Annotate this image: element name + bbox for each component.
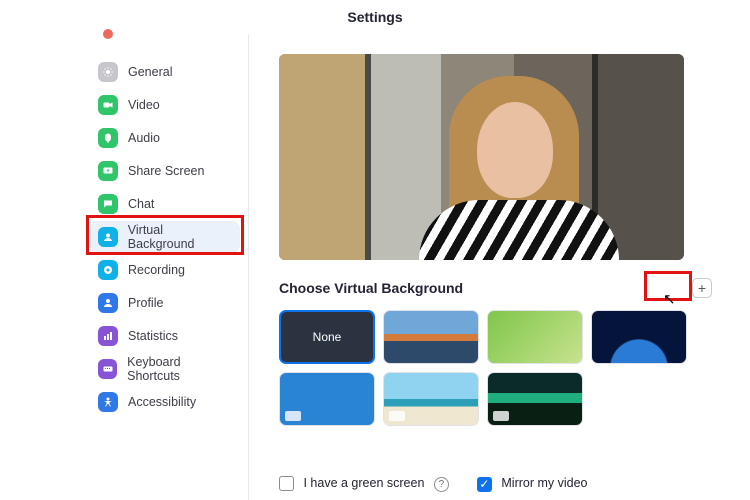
mirror-label: Mirror my video bbox=[501, 476, 587, 490]
bg-thumb-beach[interactable] bbox=[383, 372, 479, 426]
green-screen-option[interactable]: I have a green screen ? bbox=[279, 476, 449, 492]
window-title: Settings bbox=[347, 0, 402, 34]
stats-icon bbox=[98, 326, 118, 346]
sidebar-item-video[interactable]: Video bbox=[90, 89, 240, 121]
titlebar: Settings bbox=[0, 0, 750, 34]
sidebar-item-label: Statistics bbox=[128, 329, 178, 343]
video-badge-icon bbox=[389, 411, 405, 421]
bg-thumb-none[interactable]: None bbox=[279, 310, 375, 364]
video-preview bbox=[279, 54, 684, 260]
gear-icon bbox=[98, 62, 118, 82]
sidebar-item-label: Chat bbox=[128, 197, 154, 211]
body: General Video Audio Share Screen Chat Vi… bbox=[0, 34, 750, 500]
profile-icon bbox=[98, 293, 118, 313]
bg-thumb-label: None bbox=[313, 330, 342, 344]
sidebar-item-label: Virtual Background bbox=[128, 223, 232, 251]
bg-thumb-grass[interactable] bbox=[487, 310, 583, 364]
sidebar-item-audio[interactable]: Audio bbox=[90, 122, 240, 154]
mirror-option[interactable]: ✓ Mirror my video bbox=[477, 476, 588, 491]
bg-thumb-golden-gate[interactable] bbox=[383, 310, 479, 364]
record-icon bbox=[98, 260, 118, 280]
sidebar-item-virtual-background[interactable]: Virtual Background bbox=[90, 221, 240, 253]
green-screen-label: I have a green screen bbox=[303, 476, 424, 490]
sidebar-item-keyboard-shortcuts[interactable]: Keyboard Shortcuts bbox=[90, 353, 240, 385]
sidebar-item-chat[interactable]: Chat bbox=[90, 188, 240, 220]
sidebar-item-label: Profile bbox=[128, 296, 163, 310]
close-window-button[interactable] bbox=[103, 29, 113, 39]
settings-window: Settings General Video Audio Share Scree… bbox=[0, 0, 750, 500]
share-icon bbox=[98, 161, 118, 181]
audio-icon bbox=[98, 128, 118, 148]
sidebar-item-profile[interactable]: Profile bbox=[90, 287, 240, 319]
bg-thumb-blue-pattern[interactable] bbox=[279, 372, 375, 426]
background-icon bbox=[98, 227, 118, 247]
video-icon bbox=[98, 95, 118, 115]
accessibility-icon bbox=[98, 392, 118, 412]
sidebar-item-label: Share Screen bbox=[128, 164, 204, 178]
video-badge-icon bbox=[285, 411, 301, 421]
sidebar-item-share-screen[interactable]: Share Screen bbox=[90, 155, 240, 187]
sidebar-item-recording[interactable]: Recording bbox=[90, 254, 240, 286]
video-badge-icon bbox=[493, 411, 509, 421]
sidebar-item-label: Accessibility bbox=[128, 395, 196, 409]
sidebar-item-label: Recording bbox=[128, 263, 185, 277]
sidebar-item-label: General bbox=[128, 65, 172, 79]
sidebar-item-general[interactable]: General bbox=[90, 56, 240, 88]
background-thumbnails: None bbox=[279, 310, 699, 426]
bg-thumb-aurora[interactable] bbox=[487, 372, 583, 426]
chat-icon bbox=[98, 194, 118, 214]
sidebar-item-label: Video bbox=[128, 98, 160, 112]
bg-thumb-earth[interactable] bbox=[591, 310, 687, 364]
main-content: Choose Virtual Background + ↖ None I bbox=[249, 34, 750, 500]
add-background-button[interactable]: + bbox=[692, 278, 712, 298]
sidebar-item-label: Keyboard Shortcuts bbox=[127, 355, 232, 383]
options-row: I have a green screen ? ✓ Mirror my vide… bbox=[279, 476, 588, 492]
sidebar-item-accessibility[interactable]: Accessibility bbox=[90, 386, 240, 418]
checkbox-green-screen[interactable] bbox=[279, 476, 294, 491]
sidebar: General Video Audio Share Screen Chat Vi… bbox=[0, 34, 249, 500]
checkbox-mirror[interactable]: ✓ bbox=[477, 477, 492, 492]
help-icon[interactable]: ? bbox=[434, 477, 449, 492]
keyboard-icon bbox=[98, 359, 117, 379]
section-title: Choose Virtual Background bbox=[279, 280, 692, 296]
sidebar-item-statistics[interactable]: Statistics bbox=[90, 320, 240, 352]
sidebar-item-label: Audio bbox=[128, 131, 160, 145]
